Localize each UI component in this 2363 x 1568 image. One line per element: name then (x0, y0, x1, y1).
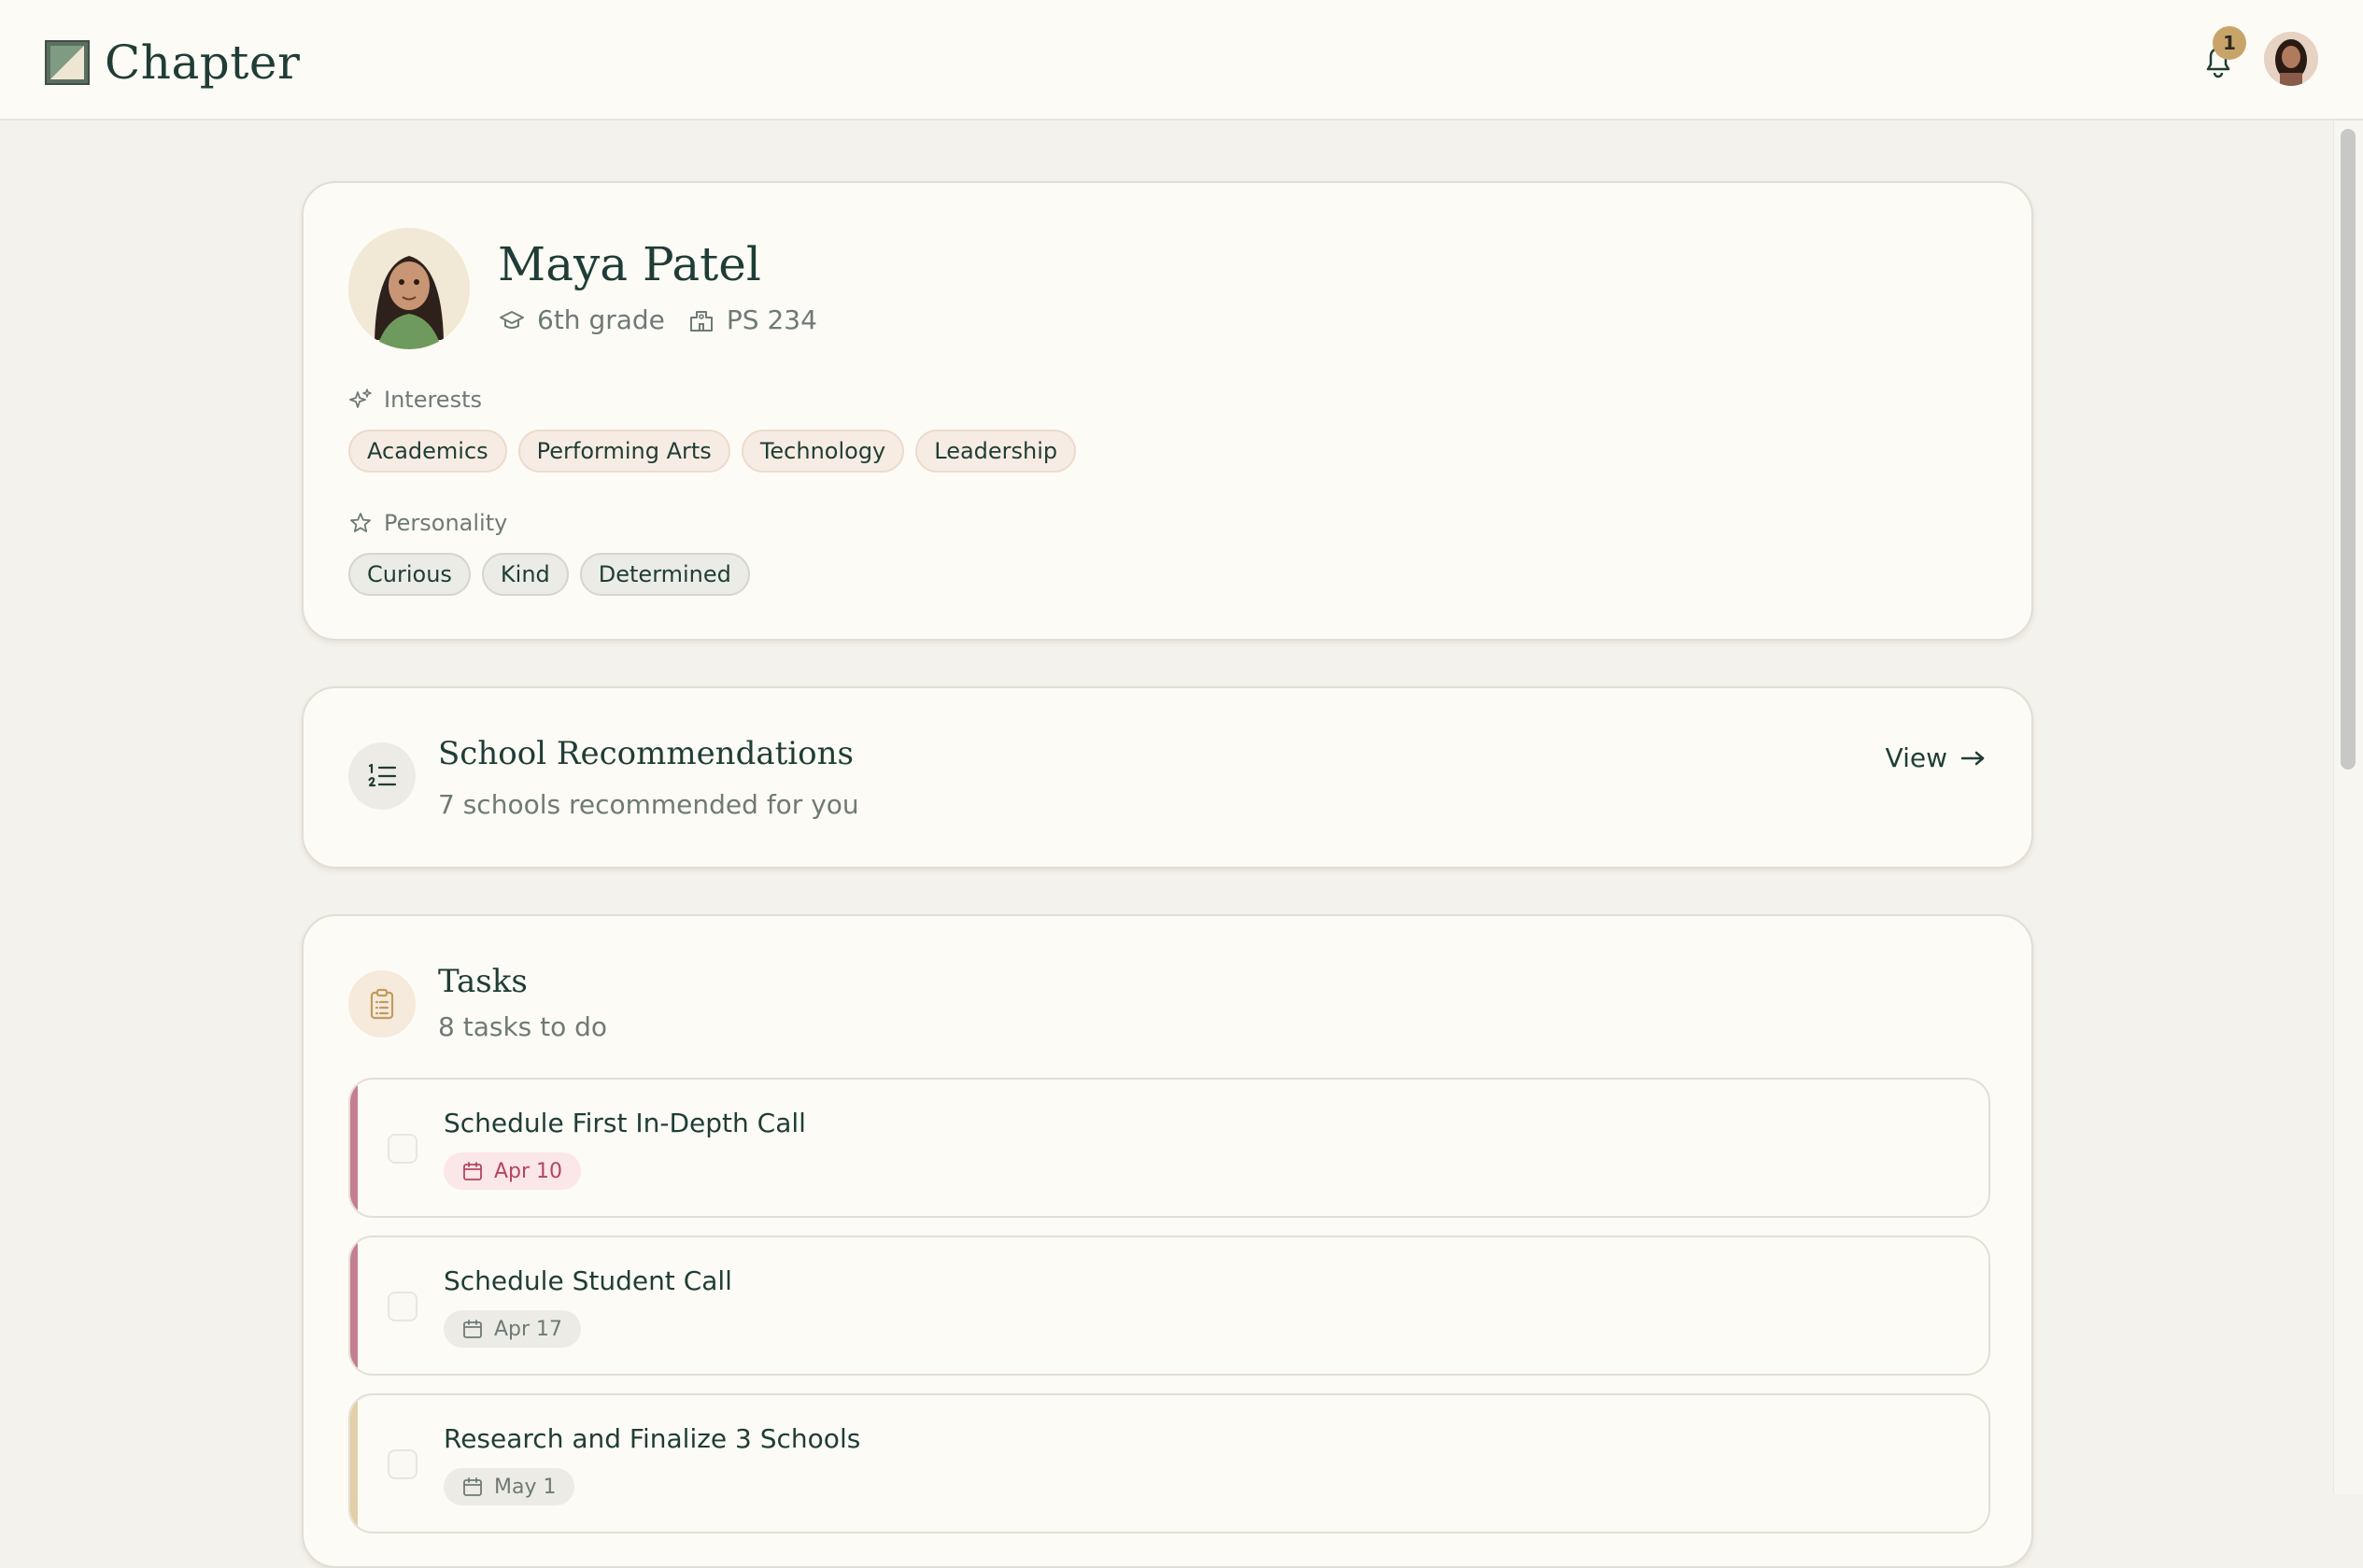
view-link-label: View (1885, 742, 1947, 773)
task-due-badge: Apr 10 (444, 1152, 582, 1190)
student-portrait-image (348, 228, 470, 349)
recommendations-subtitle: 7 schools recommended for you (438, 789, 859, 820)
task-item[interactable]: Schedule First In-Depth Call Apr 10 (348, 1078, 1990, 1218)
task-priority-bar (350, 1395, 358, 1532)
grade-info: 6th grade (498, 304, 665, 335)
calendar-icon (463, 1320, 482, 1338)
graduation-cap-icon (500, 310, 524, 329)
interest-chip: Academics (348, 430, 507, 473)
tasks-title: Tasks (438, 963, 528, 1000)
app-name: Chapter (105, 35, 301, 90)
top-bar: Chapter 1 (0, 0, 2363, 120)
personality-chip: Determined (579, 553, 750, 596)
tasks-card: Tasks 8 tasks to do Schedule First In-De… (302, 914, 2033, 1568)
numbered-list-icon (368, 763, 397, 787)
task-due-date: Apr 17 (494, 1317, 563, 1341)
school-text: PS 234 (726, 304, 817, 335)
interest-chip: Performing Arts (517, 430, 730, 473)
task-due-date: Apr 10 (494, 1159, 563, 1183)
scrollbar-thumb[interactable] (2341, 129, 2356, 770)
personality-chip: Kind (481, 553, 569, 596)
profile-card: Maya Patel 6th grade PS 234 Interests Ac… (302, 181, 2033, 641)
interests-chips: Academics Performing Arts Technology Lea… (348, 430, 1077, 473)
clipboard-icon (370, 988, 394, 1020)
task-item[interactable]: Research and Finalize 3 Schools May 1 (348, 1393, 1990, 1533)
student-meta: 6th grade PS 234 (498, 304, 817, 335)
student-name: Maya Patel (498, 237, 761, 291)
school-info: PS 234 (687, 304, 817, 335)
personality-label-text: Personality (384, 510, 508, 536)
sparkles-icon (349, 388, 372, 408)
school-building-icon (689, 310, 713, 332)
task-checkbox[interactable] (388, 1134, 417, 1164)
star-icon (350, 513, 371, 532)
interests-label: Interests (348, 387, 482, 413)
brand[interactable]: Chapter (45, 35, 300, 90)
interest-chip: Leadership (915, 430, 1077, 473)
interest-chip: Technology (741, 430, 905, 473)
tasks-icon-badge (348, 970, 416, 1038)
grade-text: 6th grade (537, 304, 665, 335)
task-title: Schedule First In-Depth Call (444, 1108, 806, 1138)
calendar-icon (463, 1162, 482, 1180)
task-due-badge: May 1 (444, 1468, 575, 1505)
personality-chip: Curious (348, 553, 471, 596)
student-avatar (348, 228, 470, 349)
chapter-logo-icon (45, 40, 90, 85)
task-due-date: May 1 (494, 1475, 557, 1499)
recommendations-title: School Recommendations (438, 735, 854, 772)
task-priority-bar (350, 1080, 358, 1216)
task-title: Schedule Student Call (444, 1265, 732, 1296)
personality-chips: Curious Kind Determined (348, 553, 750, 596)
task-due-badge: Apr 17 (444, 1310, 582, 1348)
interests-label-text: Interests (384, 387, 482, 413)
notifications-button[interactable]: 1 (2192, 26, 2246, 88)
user-avatar-image (2264, 32, 2318, 86)
arrow-right-icon (1960, 751, 1985, 765)
task-checkbox[interactable] (388, 1292, 417, 1321)
view-recommendations-link[interactable]: View (1886, 742, 1987, 773)
recommendations-icon-badge (348, 742, 416, 810)
task-title: Research and Finalize 3 Schools (444, 1423, 861, 1454)
notification-badge: 1 (2213, 26, 2246, 60)
task-priority-bar (350, 1237, 358, 1374)
tasks-subtitle: 8 tasks to do (438, 1011, 608, 1042)
task-item[interactable]: Schedule Student Call Apr 17 (348, 1236, 1990, 1376)
task-checkbox[interactable] (388, 1449, 417, 1479)
user-avatar[interactable] (2264, 32, 2318, 86)
personality-label: Personality (348, 510, 507, 536)
school-recommendations-card[interactable]: School Recommendations 7 schools recomme… (302, 686, 2033, 869)
